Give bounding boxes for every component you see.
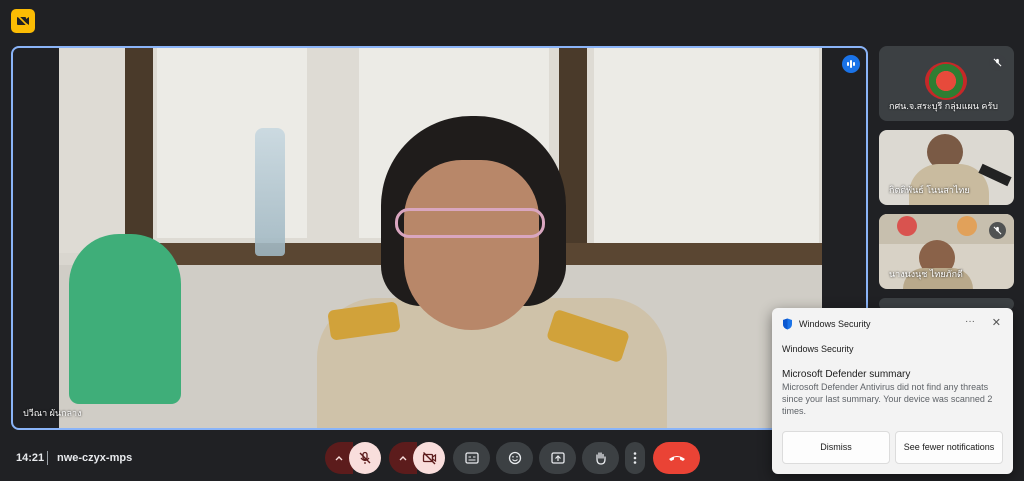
chevron-up-icon [399,456,407,461]
green-chair [69,234,181,404]
notification-header: Windows Security [782,318,871,330]
notification-body: Microsoft Defender Antivirus did not fin… [782,382,993,416]
notification-title: Microsoft Defender summary [782,369,911,380]
divider [47,451,48,465]
camera-toggle-button[interactable] [413,442,445,474]
more-options-button[interactable] [625,442,645,474]
camera-off-icon [422,452,436,465]
participant-name: กศน.จ.สระบุรี กลุ่มแผน ครับ [889,101,998,111]
speaker-name: ปวีณา ผันกลาง [23,408,82,418]
captions-button[interactable] [453,442,490,474]
meeting-code: nwe-czyx-mps [57,452,133,464]
participant-tile-3[interactable]: นางนงนุช ไทยภักดี [879,214,1014,289]
close-icon[interactable]: ✕ [992,316,1001,329]
emoji-icon [508,451,521,465]
more-options-icon [633,452,637,464]
participant-name: นางนงนุช ไทยภักดี [889,269,963,279]
raise-hand-icon [596,452,606,465]
mic-toggle-button[interactable] [349,442,381,474]
mic-off-icon [989,54,1006,71]
water-bottle [255,128,285,256]
end-call-icon [668,456,685,461]
mic-control [325,442,381,474]
camera-control [389,442,445,474]
participant-tile-1[interactable]: กศน.จ.สระบุรี กลุ่มแผน ครับ [879,46,1014,121]
participant-name: กิตติพันธ์ โนนสาไทย [889,185,970,195]
reactions-button[interactable] [496,442,533,474]
windows-security-notification[interactable]: Windows Security ··· ✕ Windows Security … [772,308,1013,474]
dismiss-button[interactable]: Dismiss [782,431,890,464]
speaker-video [59,48,822,428]
speaking-indicator-icon [842,55,860,73]
chevron-up-icon [335,456,343,461]
present-screen-icon [550,452,565,464]
participant-tile-2[interactable]: กิตติพันธ์ โนนสาไทย [879,130,1014,205]
avatar [925,62,967,100]
main-video-tile[interactable]: ปวีณา ผันกลาง [11,46,868,430]
present-button[interactable] [539,442,576,474]
see-fewer-notifications-button[interactable]: See fewer notifications [895,431,1003,464]
no-camera-icon [16,14,30,28]
raise-hand-button[interactable] [582,442,619,474]
more-options-icon[interactable]: ··· [965,316,975,327]
notification-app-header: Windows Security [799,319,871,329]
shield-icon [783,318,792,330]
end-call-button[interactable] [653,442,700,474]
notification-app-name: Windows Security [782,344,854,354]
mic-off-icon [359,451,371,464]
recording-indicator[interactable] [11,9,35,33]
clock: 14:21 [16,452,45,464]
captions-icon [464,452,479,464]
mic-off-icon [989,222,1006,239]
